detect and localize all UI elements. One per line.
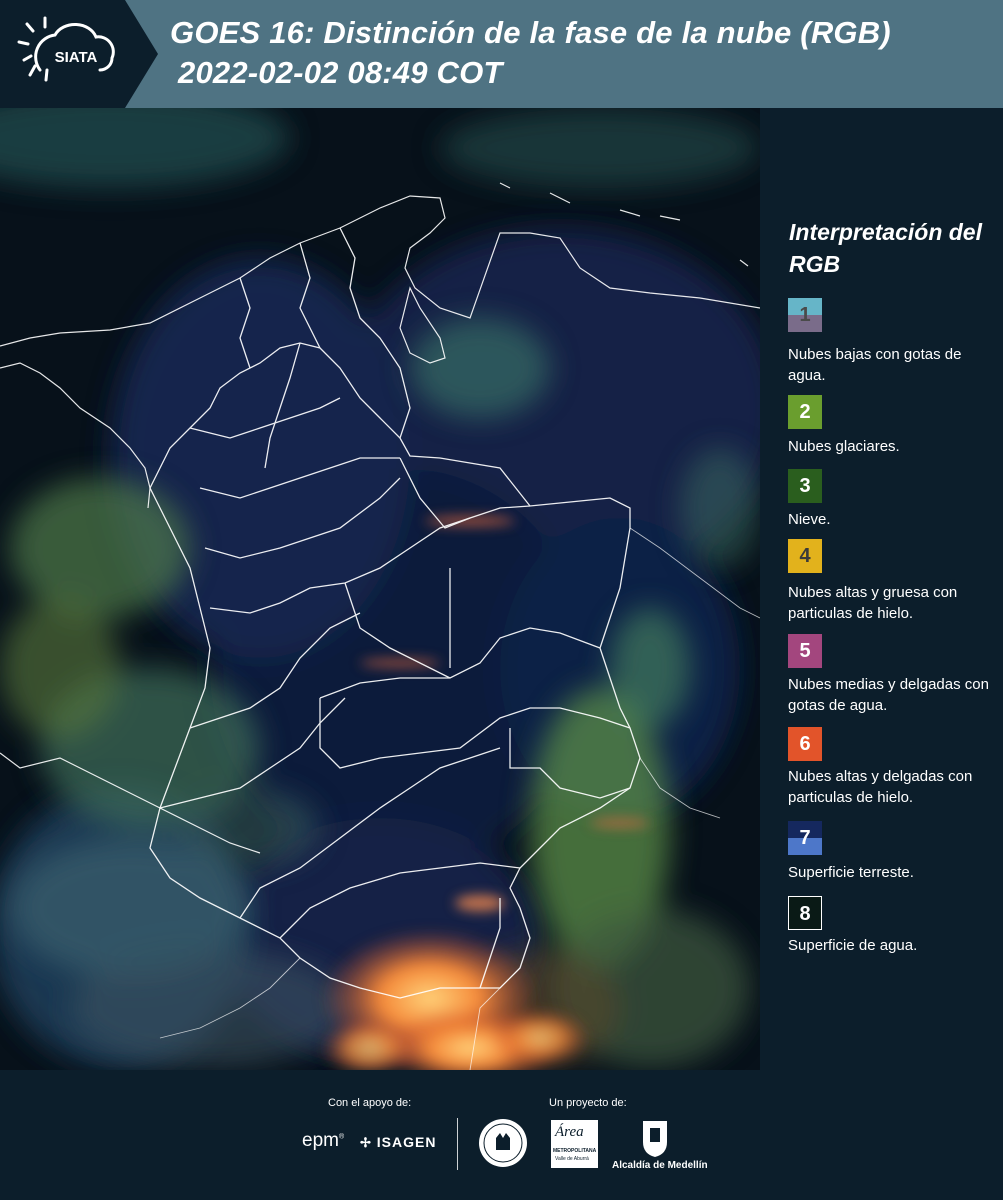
- timestamp: 2022-02-02 08:49 COT: [178, 55, 503, 90]
- header: SIATA GOES 16: Distinción de la fase de …: [0, 0, 1003, 108]
- area-text: Área: [555, 1124, 584, 1140]
- legend-desc: Nieve.: [788, 511, 831, 528]
- legend-number: 5: [799, 640, 811, 662]
- legend-number: 8: [799, 903, 811, 925]
- medellin-seal-icon: [479, 1119, 527, 1167]
- epm-text: epm: [302, 1130, 339, 1151]
- page-title: GOES 16: Distinción de la fase de la nub…: [170, 15, 891, 50]
- footer: Con el apoyo de: Un proyecto de: epm® ✢ …: [0, 1070, 1003, 1200]
- legend-swatch-2: 2: [788, 395, 822, 429]
- isagen-logo: ✢ ISAGEN: [360, 1134, 436, 1151]
- area-sub2: Valle de Aburrá: [555, 1156, 589, 1162]
- legend-number: 7: [799, 827, 811, 849]
- legend-desc: Nubes glaciares.: [788, 438, 900, 455]
- legend-swatch-7: 7: [788, 821, 822, 855]
- footer-divider: [457, 1118, 458, 1170]
- legend-desc: Superficie de agua.: [788, 937, 918, 954]
- area-metropolitana-logo: Área METROPOLITANA Valle de Aburrá: [551, 1120, 598, 1168]
- isagen-text: ISAGEN: [376, 1134, 437, 1150]
- legend-desc: Nubes altas y gruesa con particulas de h…: [788, 584, 958, 622]
- satellite-map: [0, 108, 760, 1070]
- legend-desc: Superficie terreste.: [788, 864, 914, 881]
- legend-swatch-8: 8: [788, 896, 822, 930]
- legend-panel: Interpretación del RGB 1 Nubes bajas con…: [760, 108, 1003, 1070]
- legend-desc: Nubes bajas con gotas de agua.: [788, 346, 962, 384]
- legend-swatch-5: 5: [788, 634, 822, 668]
- alcaldia-text: Alcaldía de Medellín: [612, 1160, 708, 1171]
- epm-logo: epm®: [302, 1130, 345, 1151]
- legend-desc: Nubes altas y delgadas con particulas de…: [788, 768, 973, 806]
- legend-swatch-3: 3: [788, 469, 822, 503]
- legend-swatch-4: 4: [788, 539, 822, 573]
- legend-number: 3: [799, 475, 811, 497]
- siata-logo: SIATA: [0, 0, 158, 108]
- isagen-icon: ✢: [360, 1135, 372, 1150]
- support-label: Con el apoyo de:: [328, 1097, 412, 1109]
- legend-number: 4: [799, 545, 811, 567]
- alcaldia-shield-icon: [643, 1121, 667, 1157]
- legend-swatch-6: 6: [788, 727, 822, 761]
- legend-number: 2: [799, 401, 811, 423]
- legend-number: 6: [799, 733, 811, 755]
- legend-desc: Nubes medias y delgadas con gotas de agu…: [788, 676, 989, 714]
- legend-number: 1: [799, 304, 811, 326]
- legend-title: Interpretación del RGB: [789, 219, 982, 277]
- area-sub: METROPOLITANA: [553, 1148, 597, 1154]
- legend-swatch-1: 1: [788, 298, 822, 332]
- project-label: Un proyecto de:: [549, 1097, 627, 1109]
- logo-text: SIATA: [55, 49, 98, 66]
